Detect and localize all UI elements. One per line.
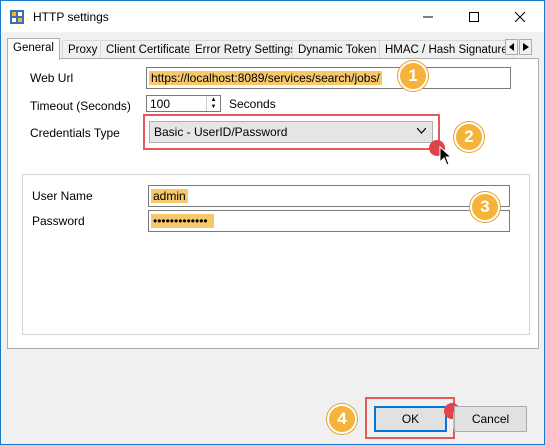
credentials-type-label: Credentials Type: [30, 126, 120, 140]
username-input[interactable]: admin: [148, 185, 510, 207]
mouse-cursor-icon: [439, 146, 453, 166]
credentials-type-select[interactable]: Basic - UserID/Password: [149, 121, 433, 143]
close-icon: [515, 11, 525, 22]
web-url-input[interactable]: https://localhost:8089/services/search/j…: [146, 67, 511, 89]
timeout-label: Timeout (Seconds): [30, 99, 131, 113]
app-icon: [10, 10, 24, 24]
web-url-label: Web Url: [30, 71, 74, 85]
spinner-arrows[interactable]: ▲ ▼: [206, 96, 220, 111]
minimize-button[interactable]: [405, 1, 451, 32]
spin-up-icon[interactable]: ▲: [207, 96, 220, 103]
step-badge-3: 3: [470, 192, 500, 222]
step-badge-2: 2: [454, 122, 484, 152]
password-label: Password: [32, 214, 85, 228]
password-input[interactable]: •••••••••••••: [148, 210, 510, 232]
tab-proxy[interactable]: Proxy: [62, 40, 104, 59]
chevron-left-icon: [508, 43, 514, 51]
credentials-type-value: Basic - UserID/Password: [154, 125, 288, 139]
step-badge-4: 4: [327, 404, 357, 434]
cancel-button[interactable]: Cancel: [454, 406, 527, 432]
close-button[interactable]: [497, 1, 543, 32]
spin-down-icon[interactable]: ▼: [207, 103, 220, 110]
username-label: User Name: [32, 189, 93, 203]
chevron-down-icon: [416, 126, 427, 137]
minimize-icon: [423, 16, 433, 17]
password-value: •••••••••••••: [151, 214, 214, 228]
tab-dynamic-token[interactable]: Dynamic Token: [292, 40, 383, 59]
web-url-value: https://localhost:8089/services/search/j…: [149, 71, 382, 85]
dialog-window: HTTP settings General Proxy Client Certi…: [0, 0, 545, 445]
tab-hmac-hash-signature[interactable]: HMAC / Hash Signature: [379, 40, 514, 59]
title-bar: HTTP settings: [1, 1, 544, 32]
timeout-spinner[interactable]: 100 ▲ ▼: [146, 95, 221, 112]
username-value: admin: [151, 189, 188, 203]
tab-scroll-right-button[interactable]: [519, 39, 532, 55]
timeout-unit-label: Seconds: [229, 97, 276, 111]
tab-error-retry-settings[interactable]: Error Retry Settings: [189, 40, 302, 59]
tab-general[interactable]: General: [7, 38, 60, 60]
timeout-value: 100: [150, 97, 171, 111]
maximize-button[interactable]: [451, 1, 497, 32]
step-badge-1: 1: [398, 61, 428, 91]
chevron-right-icon: [522, 43, 529, 51]
tab-scroll-left-button[interactable]: [505, 39, 518, 55]
maximize-icon: [469, 11, 479, 22]
ok-button[interactable]: OK: [374, 406, 447, 432]
window-title: HTTP settings: [33, 10, 109, 24]
tab-strip: General Proxy Client Certificate Error R…: [7, 38, 519, 60]
tab-client-certificate[interactable]: Client Certificate: [100, 40, 197, 59]
